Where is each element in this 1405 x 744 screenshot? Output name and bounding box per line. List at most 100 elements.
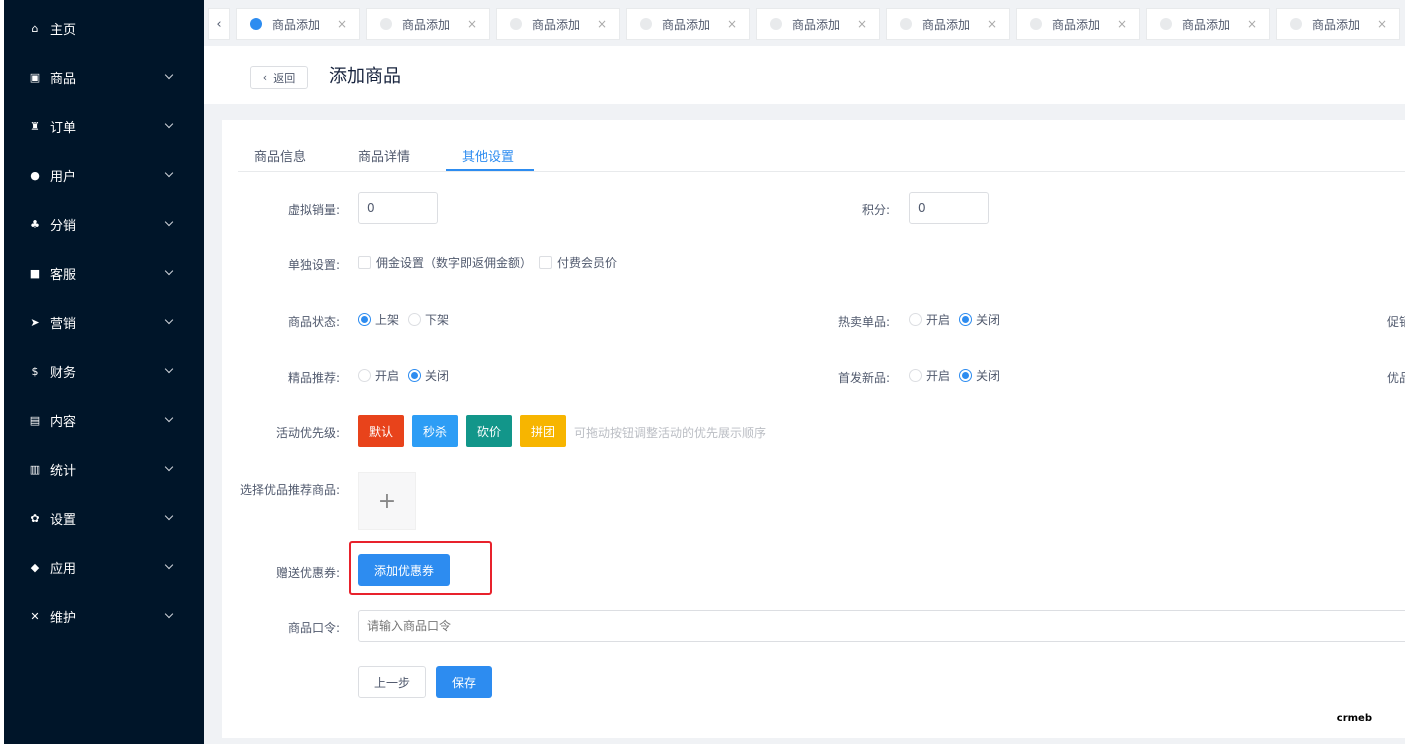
sidebar-item-label: 主页 [50,23,77,38]
hot-label: 热卖单品: [837,315,890,329]
tab-item[interactable]: 商品添加 × [1016,8,1140,40]
close-icon[interactable]: × [857,17,867,31]
sidebar-item-users[interactable]: ● 用户 [4,151,204,200]
chevron-down-icon [164,168,174,178]
sidebar: ⌂ 主页 ▣ 商品 ♜ 订单 ● 用户 ♣ 分销 ■ 客服 ➤ 营销 $ 财务 … [4,0,204,744]
close-icon[interactable]: × [337,17,347,31]
status-on-radio[interactable]: 上架 [358,311,399,328]
tab-item[interactable]: 商品添加 × [756,8,880,40]
sidebar-item-settings[interactable]: ✿ 设置 [4,494,204,543]
tab-item[interactable]: 商品添加 × [236,8,360,40]
recommend-off-radio[interactable]: 关闭 [408,367,449,384]
users-icon: ♣ [30,218,40,231]
sidebar-item-finance[interactable]: $ 财务 [4,347,204,396]
tab-status-dot [900,18,912,30]
hot-on-radio[interactable]: 开启 [909,311,950,328]
form-card: 商品信息 商品详情 其他设置 虚拟销量: 0 积分: 0 单独设置: 佣金设置（… [222,120,1405,738]
tab-scroll-left-button[interactable]: ‹ [208,8,230,40]
sidebar-item-label: 营销 [50,317,77,332]
tab-item[interactable]: 商品添加 × [626,8,750,40]
points-label: 积分: [861,203,890,217]
sidebar-item-marketing[interactable]: ➤ 营销 [4,298,204,347]
commission-checkbox[interactable]: 佣金设置（数字即返佣金额） [358,254,532,271]
sidebar-item-label: 分销 [50,219,77,234]
tab-status-dot [770,18,782,30]
status-label: 商品状态: [287,315,340,329]
new-first-off-radio[interactable]: 关闭 [959,367,1000,384]
radio-label: 关闭 [976,369,1001,383]
back-button[interactable]: ‹ 返回 [250,66,308,89]
sidebar-item-apps[interactable]: ◆ 应用 [4,543,204,592]
close-icon[interactable]: × [1117,17,1127,31]
sidebar-item-home[interactable]: ⌂ 主页 [4,4,204,53]
close-icon[interactable]: × [597,17,607,31]
chevron-down-icon [164,511,174,521]
tab-item[interactable]: 商品添加 × [496,8,620,40]
tab-goods-info[interactable]: 商品信息 [254,146,306,165]
tab-label: 商品添加 [532,17,581,32]
new-first-on-radio[interactable]: 开启 [909,367,950,384]
status-off-radio[interactable]: 下架 [408,311,449,328]
close-icon[interactable]: × [1377,17,1387,31]
tab-item[interactable]: 商品添加 × [366,8,490,40]
chevron-down-icon [164,70,174,80]
dollar-icon: $ [31,365,39,378]
close-icon[interactable]: × [987,17,997,31]
recommend-goods-label: 选择优品推荐商品: [239,483,340,497]
chevron-left-icon: ‹ [262,71,268,84]
sidebar-item-orders[interactable]: ♜ 订单 [4,102,204,151]
virtual-sales-input[interactable]: 0 [358,192,438,224]
prev-step-button[interactable]: 上一步 [358,666,426,698]
close-icon[interactable]: × [727,17,737,31]
tab-item[interactable]: 商品添加 × [1276,8,1400,40]
hot-off-radio[interactable]: 关闭 [959,311,1000,328]
plus-icon: + [377,488,397,514]
tab-item[interactable]: 商品添加 × [1146,8,1270,40]
command-input[interactable] [358,610,1405,642]
cube-icon: ◆ [30,561,40,574]
tab-label: 商品添加 [402,17,451,32]
sidebar-item-service[interactable]: ■ 客服 [4,249,204,298]
sidebar-item-goods[interactable]: ▣ 商品 [4,53,204,102]
sidebar-item-label: 统计 [50,464,77,479]
points-input[interactable]: 0 [909,192,989,224]
save-button[interactable]: 保存 [436,666,492,698]
priority-group-button[interactable]: 拼团 [520,415,566,447]
command-label: 商品口令: [287,621,340,635]
priority-bargain-button[interactable]: 砍价 [466,415,512,447]
priority-seckill-button[interactable]: 秒杀 [412,415,458,447]
gear-icon: ✿ [30,512,40,525]
tab-status-dot [1160,18,1172,30]
tab-goods-detail[interactable]: 商品详情 [358,146,410,165]
sidebar-item-maintenance[interactable]: ✕ 维护 [4,592,204,641]
tab-label: 商品添加 [1182,17,1231,32]
tab-label: 商品添加 [1052,17,1101,32]
sidebar-item-label: 商品 [50,72,77,87]
chevron-down-icon [164,217,174,227]
close-icon[interactable]: × [467,17,477,31]
member-price-checkbox[interactable]: 付费会员价 [539,254,617,271]
main-area: ‹ 商品添加 × 商品添加 × 商品添加 × 商品添加 × 商品添加 × 商品添… [204,0,1405,744]
chevron-down-icon [164,462,174,472]
content-tabs: 商品信息 商品详情 其他设置 [238,146,1405,172]
chevron-down-icon [164,364,174,374]
checkbox-label: 付费会员价 [557,256,618,270]
close-icon[interactable]: × [1247,17,1257,31]
back-label: 返回 [273,71,296,85]
sidebar-item-distribution[interactable]: ♣ 分销 [4,200,204,249]
tab-other-settings[interactable]: 其他设置 [462,146,514,165]
sidebar-item-label: 应用 [50,562,77,577]
add-recommend-goods-button[interactable]: + [358,472,416,530]
tab-item[interactable]: 商品添加 × [886,8,1010,40]
sidebar-item-content[interactable]: ▤ 内容 [4,396,204,445]
priority-default-button[interactable]: 默认 [358,415,404,447]
sidebar-item-label: 客服 [50,268,77,283]
recommend-label: 精品推荐: [287,371,340,385]
user-icon: ● [30,169,40,182]
tab-label: 商品添加 [272,17,321,32]
tab-label: 商品添加 [1312,17,1361,32]
recommend-on-radio[interactable]: 开启 [358,367,399,384]
radio-circle [959,369,972,382]
page-header: ‹ 返回 添加商品 [204,46,1405,104]
sidebar-item-statistics[interactable]: ▥ 统计 [4,445,204,494]
